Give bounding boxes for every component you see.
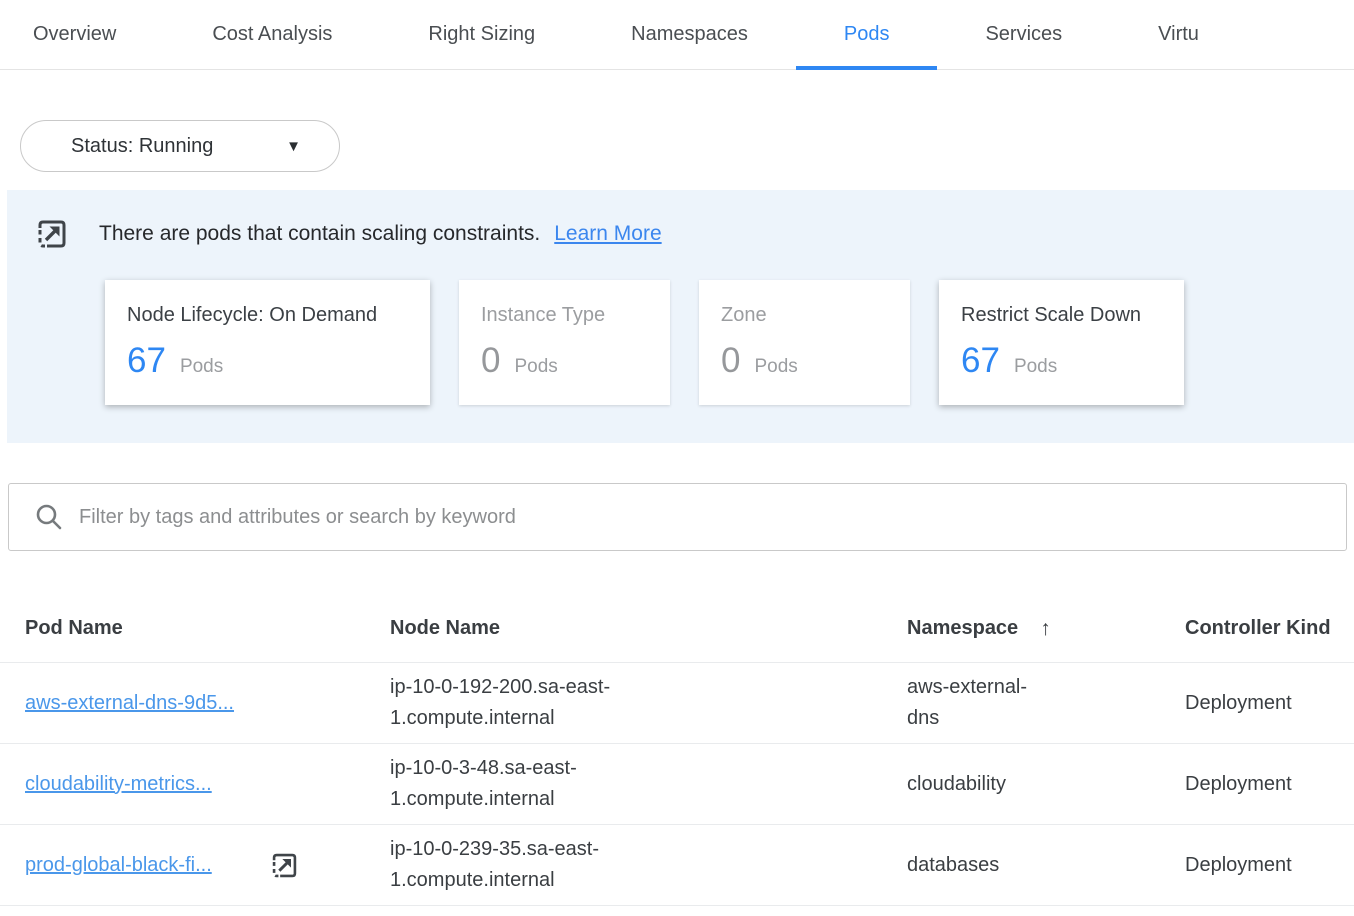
search-input[interactable] — [79, 506, 1326, 529]
namespace-cell: cloudability — [907, 769, 1185, 800]
status-filter-label: Status: Running — [71, 135, 213, 158]
card-unit-label: Pods — [514, 356, 557, 378]
card-instance-type[interactable]: Instance Type 0 Pods — [459, 280, 670, 405]
column-header-controller-kind[interactable]: Controller Kind — [1185, 617, 1354, 640]
tab-cost-analysis[interactable]: Cost Analysis — [164, 0, 380, 69]
node-name-cell: ip-10-0-3-48.sa-east-1.compute.internal — [390, 753, 907, 815]
chevron-down-icon: ▼ — [286, 139, 301, 154]
banner-message-row: There are pods that contain scaling cons… — [33, 215, 1354, 253]
pod-name-cell: aws-external-dns-9d5... — [25, 688, 390, 719]
tab-pods[interactable]: Pods — [796, 0, 938, 69]
card-title: Instance Type — [481, 304, 648, 327]
controller-kind-cell: Deployment — [1185, 688, 1354, 719]
card-pod-count: 67 — [961, 341, 1000, 381]
table-header-row: Pod Name Node Name Namespace ↑ Controlle… — [0, 595, 1354, 663]
scaling-constraint-icon — [33, 215, 71, 253]
table-row: prod-global-black-fi... ip-10-0-239-35.s… — [0, 825, 1354, 906]
scaling-constraint-icon — [268, 849, 301, 882]
tab-overview[interactable]: Overview — [0, 0, 164, 69]
card-title: Node Lifecycle: On Demand — [127, 304, 408, 327]
tab-namespaces[interactable]: Namespaces — [583, 0, 796, 69]
search-icon — [35, 503, 63, 531]
card-unit-label: Pods — [754, 356, 797, 378]
card-pod-count: 0 — [721, 341, 740, 381]
search-bar[interactable] — [8, 483, 1347, 551]
column-header-label: Namespace — [907, 617, 1018, 640]
banner-message: There are pods that contain scaling cons… — [99, 222, 540, 246]
pod-name-cell: cloudability-metrics... — [25, 769, 390, 800]
pod-name-cell: prod-global-black-fi... — [25, 849, 390, 882]
pod-name-link[interactable]: aws-external-dns-9d5... — [25, 688, 234, 719]
learn-more-link[interactable]: Learn More — [554, 222, 661, 246]
tab-virtual[interactable]: Virtu — [1110, 0, 1247, 69]
card-pod-count: 67 — [127, 341, 166, 381]
sort-ascending-icon[interactable]: ↑ — [1040, 617, 1051, 641]
tab-right-sizing[interactable]: Right Sizing — [380, 0, 583, 69]
card-zone[interactable]: Zone 0 Pods — [699, 280, 910, 405]
card-unit-label: Pods — [1014, 356, 1057, 378]
pod-name-link[interactable]: prod-global-black-fi... — [25, 850, 212, 881]
column-header-node-name[interactable]: Node Name — [390, 617, 907, 640]
card-unit-label: Pods — [180, 356, 223, 378]
scaling-constraints-banner: There are pods that contain scaling cons… — [7, 190, 1354, 443]
card-restrict-scale-down[interactable]: Restrict Scale Down 67 Pods — [939, 280, 1184, 405]
status-filter-dropdown[interactable]: Status: Running ▼ — [20, 120, 340, 172]
tab-bar: Overview Cost Analysis Right Sizing Name… — [0, 0, 1354, 70]
card-title: Restrict Scale Down — [961, 304, 1162, 327]
card-pod-count: 0 — [481, 341, 500, 381]
namespace-cell: databases — [907, 850, 1185, 881]
namespace-cell: aws-external-dns — [907, 672, 1185, 734]
card-title: Zone — [721, 304, 888, 327]
controller-kind-cell: Deployment — [1185, 850, 1354, 881]
table-row: aws-external-dns-9d5... ip-10-0-192-200.… — [0, 663, 1354, 744]
pod-name-link[interactable]: cloudability-metrics... — [25, 769, 212, 800]
node-name-cell: ip-10-0-239-35.sa-east-1.compute.interna… — [390, 834, 907, 896]
tab-services[interactable]: Services — [937, 0, 1110, 69]
card-node-lifecycle[interactable]: Node Lifecycle: On Demand 67 Pods — [105, 280, 430, 405]
controller-kind-cell: Deployment — [1185, 769, 1354, 800]
table-row: cloudability-metrics... ip-10-0-3-48.sa-… — [0, 744, 1354, 825]
constraint-cards: Node Lifecycle: On Demand 67 Pods Instan… — [105, 280, 1354, 405]
column-header-namespace[interactable]: Namespace ↑ — [907, 617, 1185, 641]
node-name-cell: ip-10-0-192-200.sa-east-1.compute.intern… — [390, 672, 907, 734]
pods-table: Pod Name Node Name Namespace ↑ Controlle… — [0, 595, 1354, 906]
column-header-pod-name[interactable]: Pod Name — [25, 617, 390, 640]
